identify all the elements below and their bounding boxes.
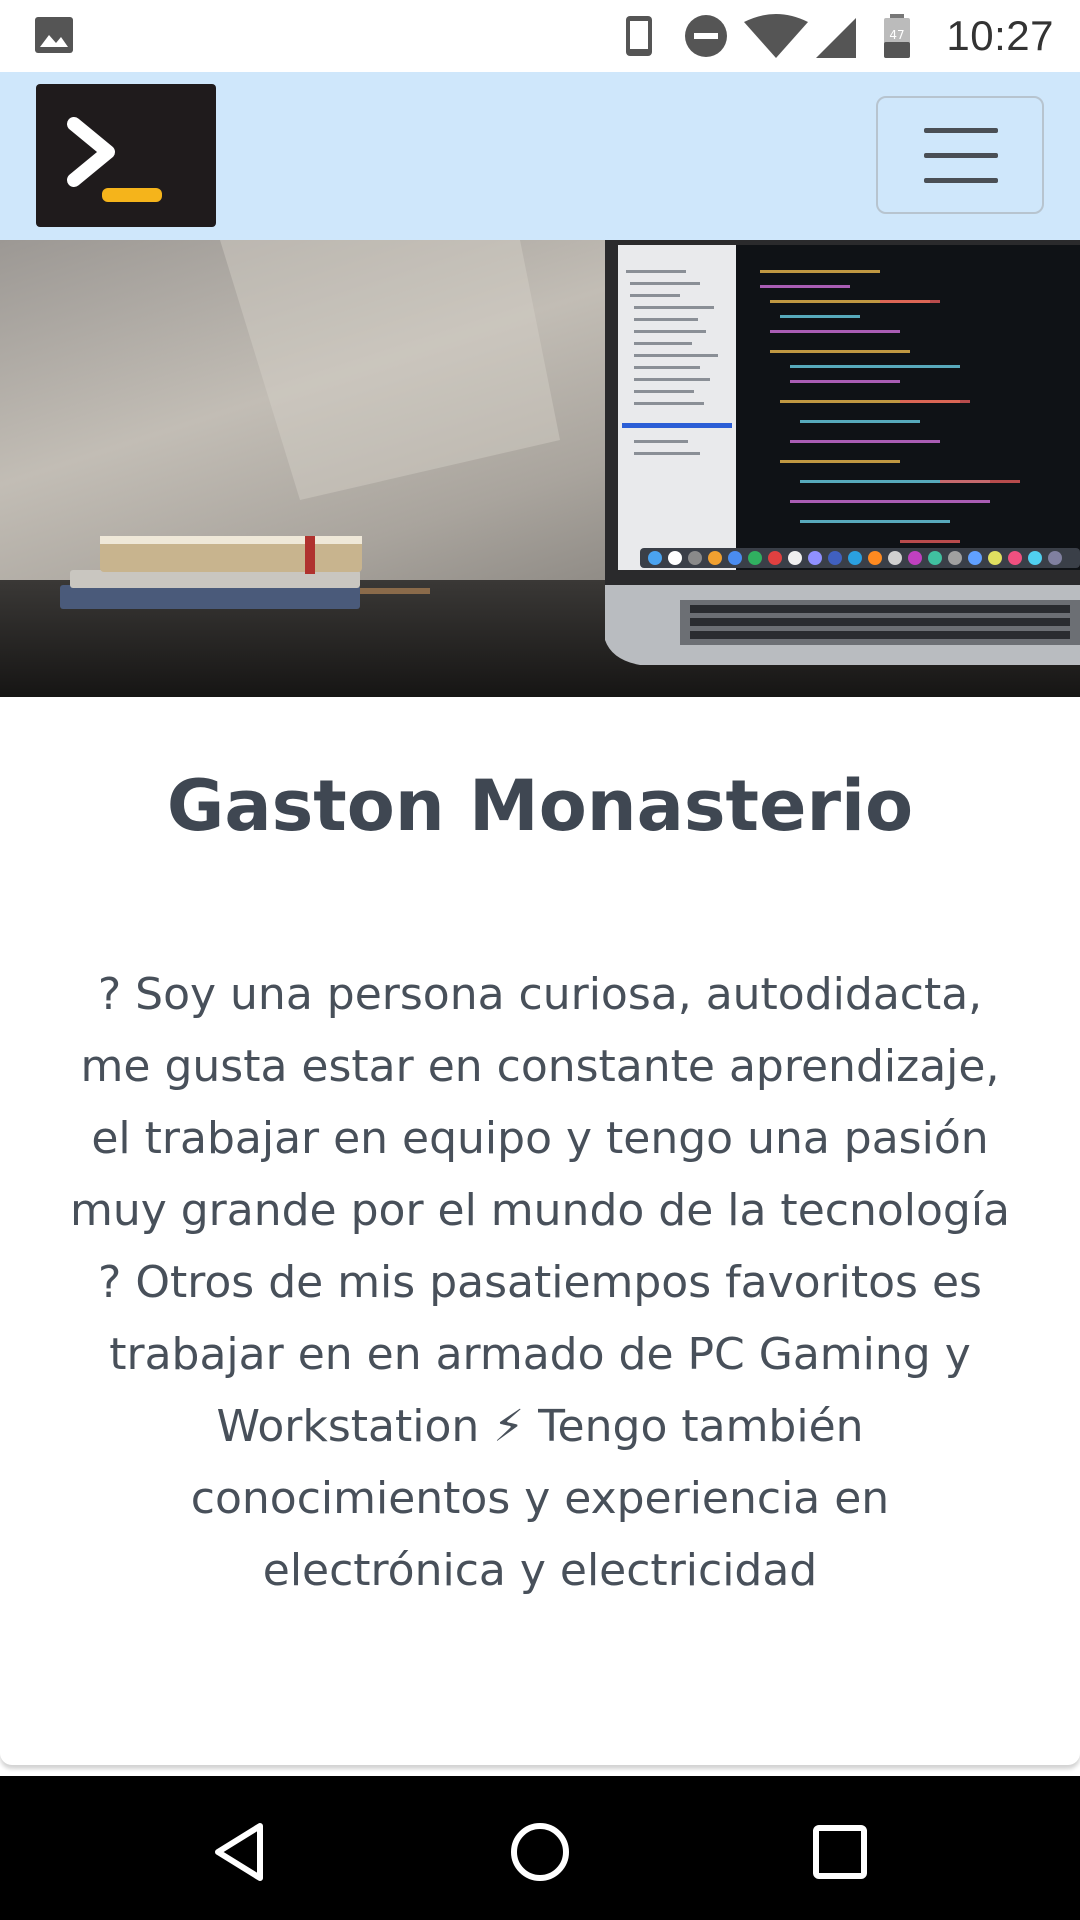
gallery-icon (35, 17, 73, 53)
terminal-prompt-icon (67, 117, 162, 202)
hamburger-menu-icon (924, 128, 998, 133)
hero-image (0, 240, 1080, 697)
bio-line: Workstation ⚡ Tengo también (216, 1401, 864, 1452)
hamburger-menu-button[interactable] (876, 96, 1044, 214)
navbar (0, 72, 1080, 240)
phone-icon (626, 16, 652, 56)
bio-line: el trabajar en equipo y tengo una pasión (91, 1113, 989, 1164)
wifi-icon (744, 14, 808, 58)
cell-signal-icon (816, 18, 856, 58)
hamburger-bar (924, 178, 998, 183)
do-not-disturb-icon (685, 15, 727, 57)
bio-line: muy grande por el mundo de la tecnología (69, 1185, 1011, 1236)
profile-name: Gaston Monasterio (166, 765, 914, 847)
status-icons: 47 (626, 14, 910, 58)
brand-logo[interactable] (36, 84, 216, 227)
bio-line: trabajar en en armado de PC Gaming y (109, 1329, 971, 1380)
profile-bio: ? Soy una persona curiosa, autodidacta, … (55, 959, 1025, 1607)
recents-icon[interactable] (800, 1812, 880, 1892)
bio-line: me gusta estar en constante aprendizaje, (80, 1041, 1000, 1092)
bio-line: conocimientos y experiencia en (190, 1473, 890, 1524)
home-icon[interactable] (500, 1812, 580, 1892)
status-time: 10:27 (946, 12, 1054, 59)
status-bar: 47 10:27 (0, 0, 1080, 72)
battery-level: 47 (889, 28, 904, 42)
bio-line: electrónica y electricidad (262, 1545, 818, 1596)
back-icon[interactable] (200, 1812, 280, 1892)
hamburger-bar (924, 153, 998, 158)
system-navigation-bar (0, 1776, 1080, 1920)
bio-line: ? Otros de mis pasatiempos favoritos es (98, 1257, 982, 1308)
bio-line: ? Soy una persona curiosa, autodidacta, (97, 969, 983, 1020)
profile-card: Gaston Monasterio ? Soy una persona curi… (0, 697, 1080, 1765)
desk-laptop-photo (0, 240, 1080, 697)
